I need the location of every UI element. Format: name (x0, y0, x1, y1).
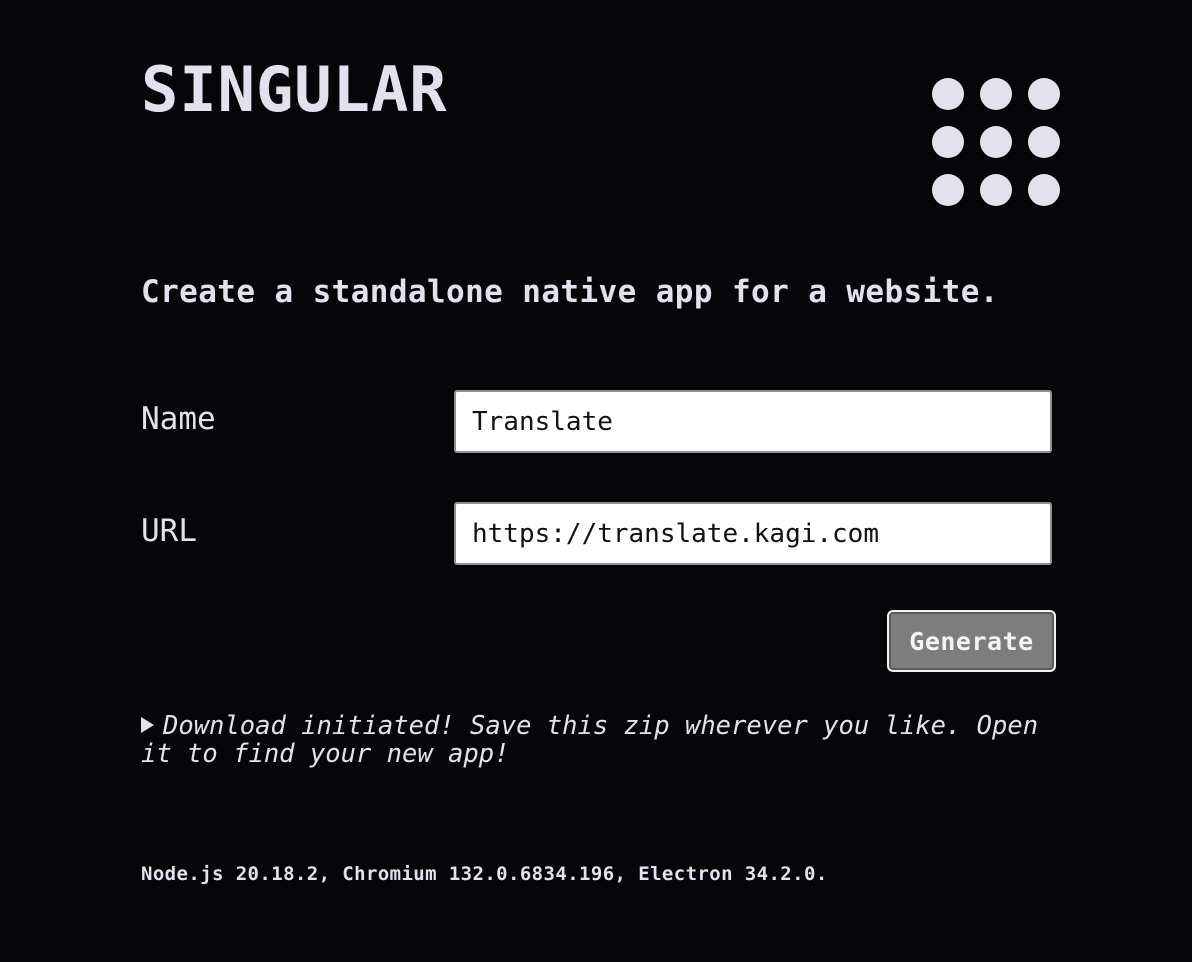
logo-dot (932, 78, 964, 110)
url-input[interactable] (454, 502, 1052, 565)
disclosure-triangle-icon[interactable] (141, 717, 154, 733)
name-input[interactable] (454, 390, 1052, 453)
logo-dot (932, 126, 964, 158)
nine-dot-grid-icon (932, 78, 1060, 206)
logo-dot (932, 174, 964, 206)
logo-dot (1028, 126, 1060, 158)
version-info: Node.js 20.18.2, Chromium 132.0.6834.196… (141, 863, 828, 885)
app-title: SINGULAR (141, 53, 448, 126)
generate-button[interactable]: Generate (887, 610, 1056, 672)
logo-dot (980, 126, 1012, 158)
status-message[interactable]: Download initiated! Save this zip wherev… (141, 712, 1041, 768)
logo-dot (980, 174, 1012, 206)
name-label: Name (141, 401, 216, 437)
logo-dot (1028, 174, 1060, 206)
url-label: URL (141, 513, 197, 549)
status-text: Download initiated! Save this zip wherev… (141, 711, 1039, 769)
logo-dot (980, 78, 1012, 110)
logo-dot (1028, 78, 1060, 110)
tagline: Create a standalone native app for a web… (141, 274, 999, 310)
